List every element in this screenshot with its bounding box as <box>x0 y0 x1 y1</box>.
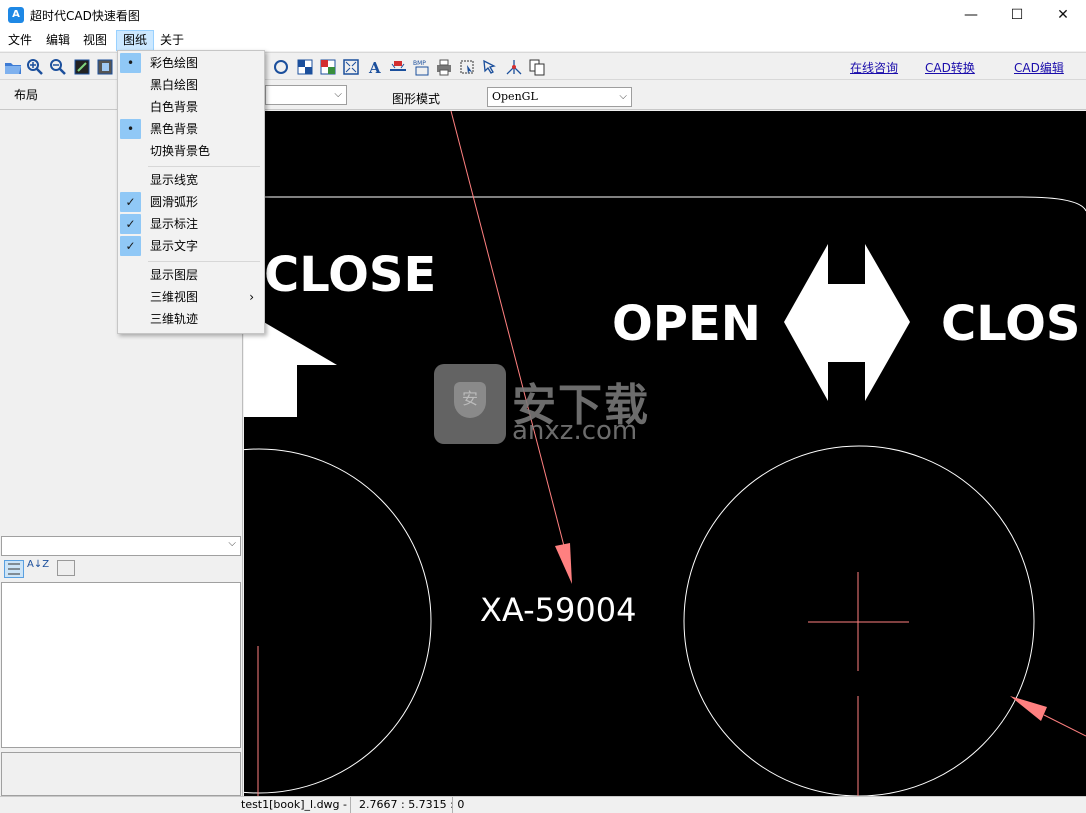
svg-text:A: A <box>368 59 381 76</box>
menu-item-show-text[interactable]: ✓ 显示文字 <box>118 235 264 257</box>
cad-edit-link[interactable]: CAD编辑 <box>1014 59 1064 76</box>
chevron-down-icon: ⌵ <box>619 91 627 102</box>
menu-separator <box>148 261 260 262</box>
select-window-icon[interactable] <box>458 58 476 76</box>
copy-icon[interactable] <box>528 58 546 76</box>
svg-text:BMP: BMP <box>413 60 426 67</box>
property-select[interactable]: ⌵ <box>1 536 241 556</box>
print-icon[interactable] <box>435 58 453 76</box>
online-consult-link[interactable]: 在线咨询 <box>850 59 898 76</box>
menu-item-black-bg[interactable]: • 黑色背景 <box>118 118 264 140</box>
radio-dot-icon: • <box>120 119 141 139</box>
sort-alpha-icon[interactable]: A↓Z <box>27 560 49 570</box>
center-cross <box>808 572 909 796</box>
menu-item-show-lineweight[interactable]: 显示线宽 <box>118 169 264 191</box>
zoom-in-icon[interactable] <box>26 58 44 76</box>
zoom-out-icon[interactable] <box>49 58 67 76</box>
minimize-button[interactable]: — <box>948 0 994 30</box>
shield-icon: 安 <box>454 382 486 418</box>
outline-path <box>244 196 1086 212</box>
pan-icon[interactable] <box>96 58 114 76</box>
window-title: 超时代CAD快速看图 <box>30 9 140 23</box>
menu-item-bw-drawing[interactable]: 黑白绘图 <box>118 74 264 96</box>
watermark-url: anxz.com <box>512 416 638 446</box>
chevron-down-icon: ⌵ <box>334 89 342 100</box>
chevron-right-icon: › <box>249 290 254 304</box>
zoom-window-icon[interactable] <box>73 58 91 76</box>
open-text: OPEN <box>612 296 761 352</box>
menu-item-color-drawing[interactable]: • 彩色绘图 <box>118 52 264 74</box>
double-arrow-shape <box>784 244 910 401</box>
open-folder-icon[interactable] <box>4 58 22 76</box>
up-arrow-shape <box>244 321 337 417</box>
part-number-text: XA-59004 <box>480 591 636 629</box>
pointer-icon[interactable] <box>481 58 499 76</box>
leader-arrowhead <box>555 543 572 584</box>
left-circle <box>244 448 432 794</box>
leader-line <box>450 111 565 547</box>
circle-tool-icon[interactable] <box>272 58 290 76</box>
drawing-canvas[interactable]: CLOSE OPEN CLOS XA-59004 安 安下载 anxz.com <box>244 111 1086 796</box>
status-filename: test1[book]_l.dwg - <box>241 798 347 811</box>
close-right-text: CLOS <box>941 296 1080 352</box>
layout-select[interactable]: ⌵ <box>265 85 347 105</box>
status-divider <box>350 797 351 813</box>
title-bar: A 超时代CAD快速看图 — ☐ ✕ <box>0 0 1086 30</box>
drawing-menu-dropdown: • 彩色绘图 黑白绘图 白色背景 • 黑色背景 切换背景色 显示线宽 ✓ 圆滑弧形 ✓… <box>117 50 265 334</box>
menu-file[interactable]: 文件 <box>2 30 38 51</box>
status-divider <box>452 797 453 813</box>
status-bar: test1[book]_l.dwg - 2.7667 : 5.7315 : 0 <box>0 796 1086 813</box>
status-coordinates: 2.7667 : 5.7315 : 0 <box>359 798 465 811</box>
radio-dot-icon: • <box>120 53 141 73</box>
checkmark-icon: ✓ <box>120 192 141 212</box>
graphics-mode-value: OpenGL <box>492 90 538 103</box>
watermark-bag-icon: 安 <box>434 364 506 444</box>
chevron-down-icon: ⌵ <box>228 538 236 549</box>
color-toggle-icon[interactable] <box>319 58 337 76</box>
close-left-text: CLOSE <box>264 247 436 303</box>
property-pages-icon[interactable] <box>57 560 75 576</box>
menu-item-white-bg[interactable]: 白色背景 <box>118 96 264 118</box>
fullscreen-icon[interactable] <box>342 58 360 76</box>
categorized-view-icon[interactable] <box>4 560 24 578</box>
menu-edit[interactable]: 编辑 <box>40 30 76 51</box>
coordinates-icon[interactable] <box>505 58 523 76</box>
maximize-button[interactable]: ☐ <box>994 0 1040 30</box>
checkmark-icon: ✓ <box>120 236 141 256</box>
right-leader-line <box>1043 714 1086 737</box>
menu-item-smooth-arc[interactable]: ✓ 圆滑弧形 <box>118 191 264 213</box>
graphics-mode-label: 图形模式 <box>392 92 441 106</box>
text-tool-icon[interactable]: A <box>366 58 384 76</box>
menu-bar: 文件 编辑 视图 图纸 关于 <box>0 30 1086 51</box>
menu-item-show-dimension[interactable]: ✓ 显示标注 <box>118 213 264 235</box>
measure-icon[interactable] <box>389 58 407 76</box>
export-bmp-icon[interactable]: BMP <box>413 58 431 76</box>
bw-toggle-icon[interactable] <box>296 58 314 76</box>
cad-convert-link[interactable]: CAD转换 <box>925 59 975 76</box>
app-icon: A <box>8 7 24 23</box>
right-circle <box>683 445 1035 796</box>
menu-view[interactable]: 视图 <box>77 30 113 51</box>
menu-drawing[interactable]: 图纸 <box>116 30 155 51</box>
menu-separator <box>148 166 260 167</box>
layout-label: 布局 <box>14 88 39 102</box>
menu-about[interactable]: 关于 <box>154 30 190 51</box>
close-button[interactable]: ✕ <box>1040 0 1086 30</box>
drawing-svg: CLOSE OPEN CLOS XA-59004 <box>244 111 1086 796</box>
menu-item-3d-orbit[interactable]: 三维轨迹 <box>118 308 264 330</box>
description-pane <box>1 752 241 796</box>
checkmark-icon: ✓ <box>120 214 141 234</box>
menu-item-toggle-bg[interactable]: 切换背景色 <box>118 140 264 162</box>
graphics-mode-select[interactable]: OpenGL ⌵ <box>487 87 632 107</box>
right-leader-arrowhead <box>1010 696 1047 721</box>
property-grid[interactable] <box>1 582 241 748</box>
menu-item-3d-view[interactable]: 三维视图 › <box>118 286 264 308</box>
menu-item-show-layers[interactable]: 显示图层 <box>118 264 264 286</box>
